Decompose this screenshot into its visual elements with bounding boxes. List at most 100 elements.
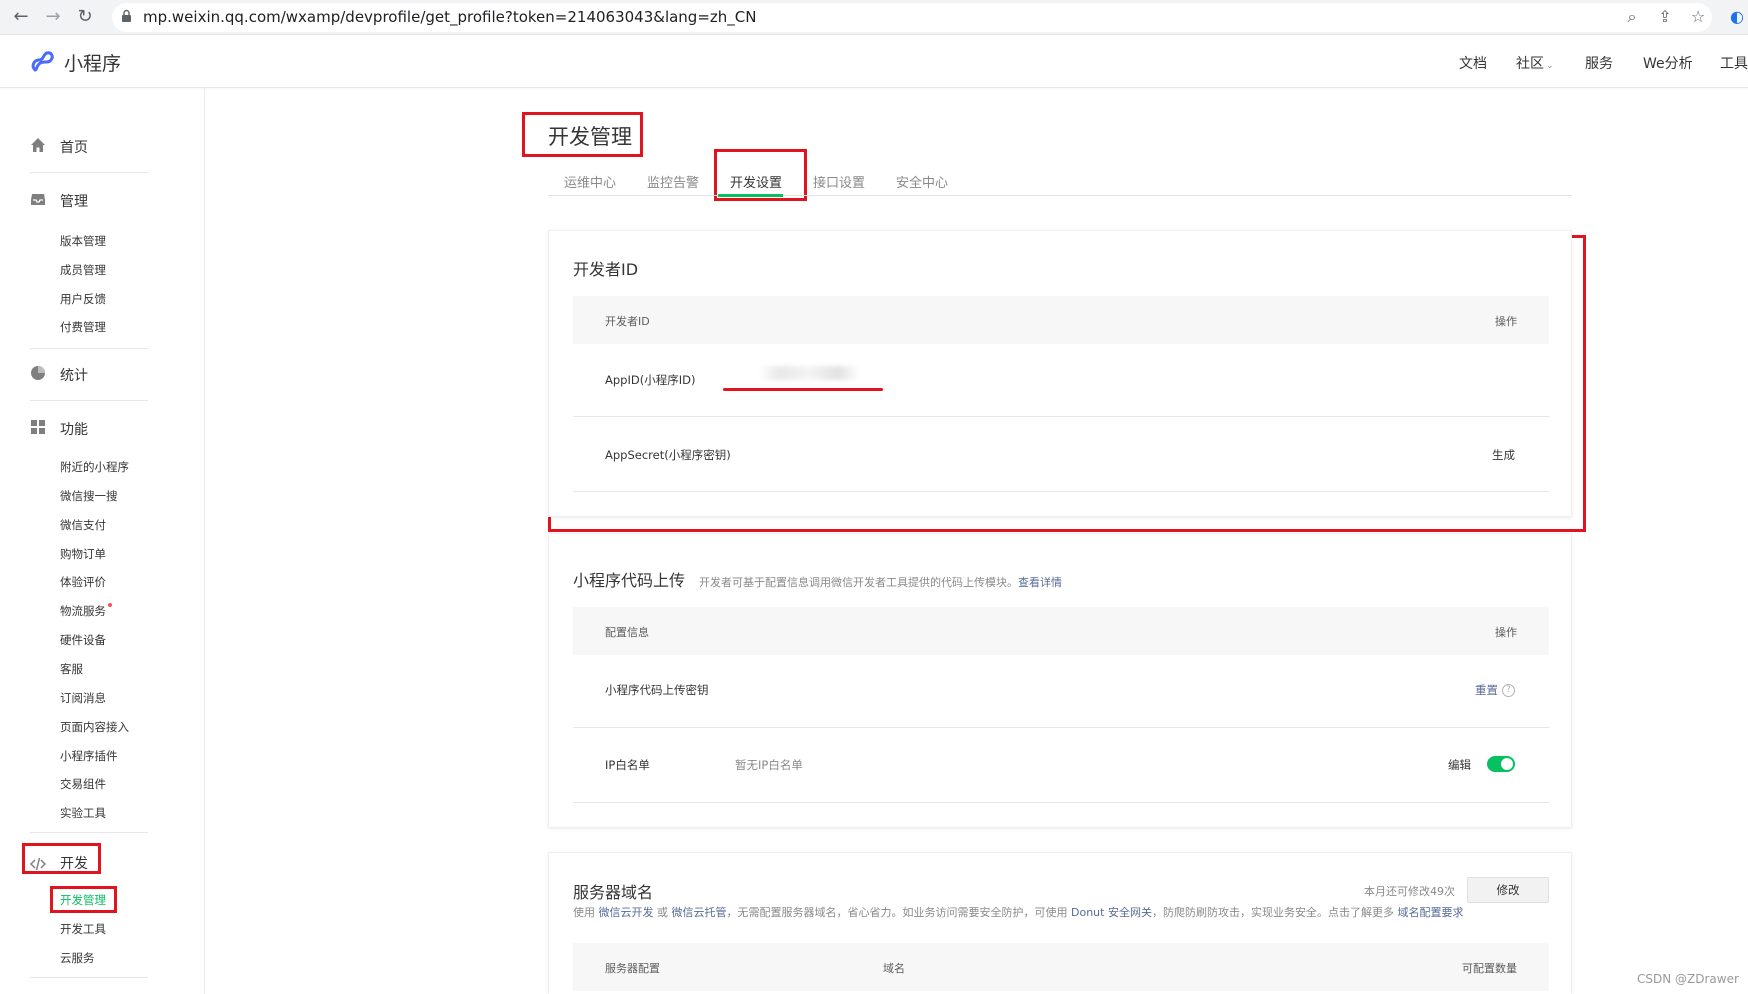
sidebar-item-billing[interactable]: 付费管理 xyxy=(60,319,106,335)
sidebar-item-pay[interactable]: 微信支付 xyxy=(60,517,106,533)
sidebar-item-dev-tools[interactable]: 开发工具 xyxy=(60,921,106,937)
page-title: 开发管理 xyxy=(548,125,632,149)
table-header: 服务器配置 域名 可配置数量 xyxy=(573,943,1549,991)
share-icon[interactable]: ⇪ xyxy=(1655,7,1675,27)
remaining-edits: 本月还可修改49次 xyxy=(1364,885,1455,898)
grid-icon xyxy=(31,420,45,434)
column-header: 服务器配置 xyxy=(605,962,660,975)
zoom-icon[interactable]: ⌕ xyxy=(1622,7,1642,27)
sidebar-item-experiment[interactable]: 实验工具 xyxy=(60,805,106,821)
sidebar-item-reviews[interactable]: 体验评价 xyxy=(60,574,106,590)
card-description: 开发者可基于配置信息调用微信开发者工具提供的代码上传模块。 xyxy=(699,576,1019,589)
help-icon[interactable]: ? xyxy=(1502,684,1515,697)
edit-ip-link[interactable]: 编辑 xyxy=(1448,757,1471,773)
view-details-link[interactable]: 查看详情 xyxy=(1018,576,1062,589)
column-header: 操作 xyxy=(1495,626,1517,639)
logo-text[interactable]: 小程序 xyxy=(64,49,121,76)
star-icon[interactable]: ☆ xyxy=(1688,7,1708,27)
sidebar-item-trade[interactable]: 交易组件 xyxy=(60,776,106,792)
nav-tools[interactable]: 工具 xyxy=(1720,53,1748,73)
card-title: 开发者ID xyxy=(573,260,639,279)
sidebar-item-stats[interactable]: 统计 xyxy=(60,365,88,385)
url-text[interactable]: mp.weixin.qq.com/wxamp/devprofile/get_pr… xyxy=(143,8,756,26)
column-header: 操作 xyxy=(1495,315,1517,328)
sidebar-item-nearby[interactable]: 附近的小程序 xyxy=(60,459,129,475)
sidebar-item-members[interactable]: 成员管理 xyxy=(60,262,106,278)
sidebar-item-orders[interactable]: 购物订单 xyxy=(60,546,106,562)
column-header: 可配置数量 xyxy=(1462,962,1517,975)
pie-chart-icon xyxy=(31,366,45,380)
appid-label: AppID(小程序ID) xyxy=(605,373,696,387)
nav-services[interactable]: 服务 xyxy=(1585,53,1613,73)
generate-secret-link[interactable]: 生成 xyxy=(1492,447,1515,463)
table-header: 开发者ID 操作 xyxy=(573,296,1549,344)
ip-whitelist-toggle[interactable] xyxy=(1487,756,1515,772)
miniprogram-logo-icon xyxy=(31,51,54,72)
divider xyxy=(30,832,148,833)
active-tab-indicator xyxy=(718,194,783,197)
divider xyxy=(30,348,148,349)
sidebar-item-search[interactable]: 微信搜一搜 xyxy=(60,488,118,504)
modify-button[interactable]: 修改 xyxy=(1467,877,1549,903)
nav-we-analysis[interactable]: We分析 xyxy=(1643,53,1693,73)
donut-gateway-link[interactable]: Donut 安全网关 xyxy=(1071,906,1152,919)
code-upload-card: 小程序代码上传 开发者可基于配置信息调用微信开发者工具提供的代码上传模块。查看详情… xyxy=(548,533,1572,828)
underline-annotation xyxy=(723,388,883,391)
sidebar-item-logistics[interactable]: 物流服务 xyxy=(60,603,112,619)
sidebar-item-subscribe[interactable]: 订阅消息 xyxy=(60,690,106,706)
ip-whitelist-value: 暂无IP白名单 xyxy=(735,758,803,772)
cloud-hosting-link[interactable]: 微信云托管 xyxy=(672,906,727,919)
column-header: 域名 xyxy=(883,962,905,975)
row-divider xyxy=(573,491,1549,492)
row-divider xyxy=(573,727,1549,728)
divider xyxy=(30,172,148,173)
divider xyxy=(30,400,148,401)
tab-monitor[interactable]: 监控告警 xyxy=(647,172,699,191)
appid-value-redacted xyxy=(759,366,859,380)
divider xyxy=(30,977,148,978)
sidebar-item-feedback[interactable]: 用户反馈 xyxy=(60,291,106,307)
sidebar-item-cloud[interactable]: 云服务 xyxy=(60,950,95,966)
row-divider xyxy=(573,802,1549,803)
cloud-dev-link[interactable]: 微信云开发 xyxy=(599,906,654,919)
sidebar-item-plugins[interactable]: 小程序插件 xyxy=(60,748,118,764)
browser-toolbar: ← → ↻ mp.weixin.qq.com/wxamp/devprofile/… xyxy=(0,0,1748,35)
tab-api-settings[interactable]: 接口设置 xyxy=(813,172,865,191)
table-header: 配置信息 操作 xyxy=(573,607,1549,655)
upload-key-label: 小程序代码上传密钥 xyxy=(605,683,709,697)
tab-ops[interactable]: 运维中心 xyxy=(564,172,616,191)
forward-icon[interactable]: → xyxy=(42,6,64,28)
reload-icon[interactable]: ↻ xyxy=(74,6,96,28)
nav-community[interactable]: 社区 ⌄ xyxy=(1516,53,1554,73)
card-title: 服务器域名 xyxy=(573,883,654,902)
back-icon[interactable]: ← xyxy=(10,6,32,28)
sidebar-group-features[interactable]: 功能 xyxy=(60,419,88,439)
extension-icon[interactable]: ◐ xyxy=(1727,7,1747,27)
developer-id-card: 开发者ID 开发者ID 操作 AppID(小程序ID) AppSecret(小程… xyxy=(548,230,1572,517)
home-icon xyxy=(31,138,45,152)
notification-dot xyxy=(108,603,112,607)
sidebar-item-version[interactable]: 版本管理 xyxy=(60,233,106,249)
tab-dev-settings[interactable]: 开发设置 xyxy=(730,172,782,191)
sidebar-item-content[interactable]: 页面内容接入 xyxy=(60,719,129,735)
domain-requirements-link[interactable]: 域名配置要求 xyxy=(1397,906,1463,919)
server-domain-card: 服务器域名 本月还可修改49次 修改 使用 微信云开发 或 微信云托管，无需配置… xyxy=(548,852,1572,994)
lock-icon xyxy=(122,9,131,22)
sidebar-group-manage[interactable]: 管理 xyxy=(60,191,88,211)
column-header: 开发者ID xyxy=(605,315,650,328)
highlight-box xyxy=(22,843,101,874)
tab-security[interactable]: 安全中心 xyxy=(896,172,948,191)
tabs-divider xyxy=(548,195,1572,196)
sidebar-item-home[interactable]: 首页 xyxy=(60,137,88,157)
reset-link[interactable]: 重置 xyxy=(1475,683,1498,697)
reset-action: 重置? xyxy=(1475,682,1515,698)
top-navigation: 小程序 文档 社区 ⌄ 服务 We分析 工具 xyxy=(0,36,1748,88)
sidebar-item-hardware[interactable]: 硬件设备 xyxy=(60,632,106,648)
inbox-icon xyxy=(31,194,45,205)
column-header: 配置信息 xyxy=(605,626,649,639)
row-divider xyxy=(573,416,1549,417)
sidebar-item-service[interactable]: 客服 xyxy=(60,661,83,677)
nav-docs[interactable]: 文档 xyxy=(1459,53,1487,73)
chevron-down-icon: ⌄ xyxy=(1546,61,1554,71)
watermark: CSDN @ZDrawer xyxy=(1637,972,1739,986)
